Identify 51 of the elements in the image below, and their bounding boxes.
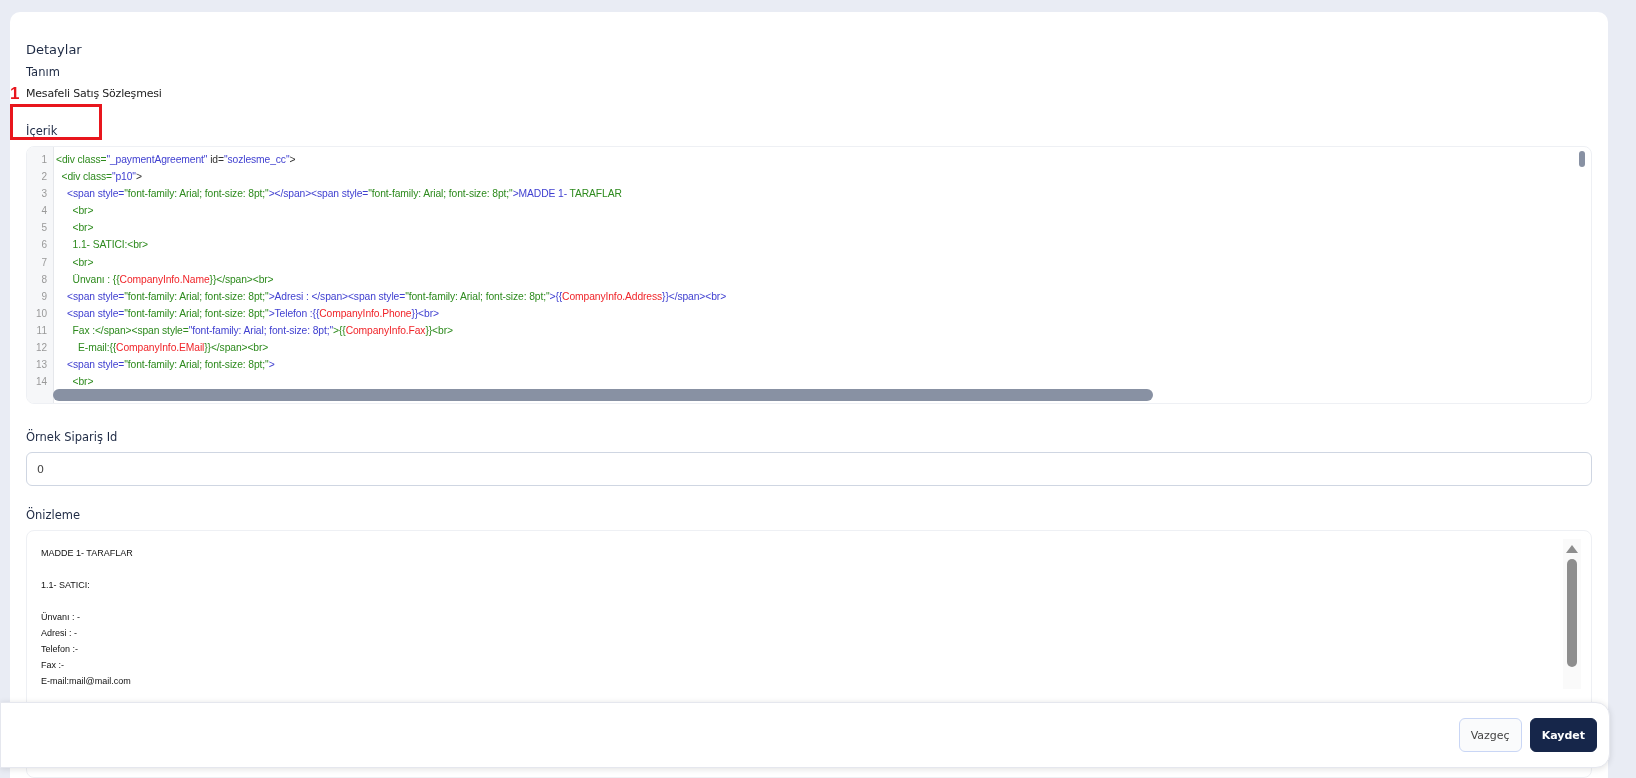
line-number: 1 [40,153,48,167]
line-number: 10 [34,306,48,321]
line-number: 8 [40,272,48,287]
preview-line: Ünvanı : - [41,611,80,624]
code-line: <br> [71,375,95,390]
code-line: <span style="font-family: Arial; font-size: 8pt;">Telefon :{{CompanyInfo.Phone}}<br> [66,306,440,321]
preview-line: MADDE 1- TARAFLAR [41,547,133,560]
line-number: 5 [40,221,48,236]
code-line: <span style="font-family: Arial; font-size: 8pt;"> [66,358,276,373]
preview-scrollbar[interactable] [1563,539,1581,689]
line-number: 4 [40,204,48,219]
preview-line: Fax :- [41,659,64,672]
code-line: <br> [71,255,95,270]
horizontal-scrollbar[interactable] [53,389,1153,401]
definition-value: Mesafeli Satış Sözleşmesi [26,87,163,100]
section-title: Detaylar [26,42,83,57]
code-line: <br> [71,204,95,219]
line-number: 6 [40,238,48,253]
line-number: 7 [40,255,48,270]
code-line: 1.1- SATICI:<br> [71,238,150,253]
code-line: E-mail:{{CompanyInfo.EMail}}</span><br> [77,341,270,356]
field-label: Örnek Sipariş Id [26,430,119,444]
scroll-up-icon[interactable] [1566,545,1578,553]
field-label: Tanım [26,65,61,79]
code-line: Fax :</span><span style="font-family: Arial; font-size: 8pt;">{{CompanyInfo.Fax}}<br> [71,323,454,338]
code-line: <br> [71,221,95,236]
line-number: 2 [40,170,48,185]
save-button[interactable]: Kaydet [1529,718,1597,752]
code-line: <span style="font-family: Arial; font-size: 8pt;"></span><span style="font-family: Arial; font-size: 8pt;">MADDE 1- TARAFLAR [66,187,623,202]
preview-line: Adresi : - [41,627,77,640]
preview-line: E-mail:mail@mail.com [41,675,131,688]
line-number: 11 [35,323,48,338]
code-line: Ünvanı : {{CompanyInfo.Name}}</span><br> [71,272,275,287]
line-number: 12 [34,341,48,356]
vertical-scrollbar[interactable] [1579,151,1585,167]
preview-line: Telefon :- [41,643,79,656]
cancel-button[interactable]: Vazgeç [1458,718,1522,752]
line-number: 13 [34,358,48,373]
code-editor[interactable] [26,146,1592,404]
line-number: 14 [34,375,48,390]
code-line: <div class="p10"> [60,170,143,185]
line-number: 9 [40,289,48,304]
code-line: <span style="font-family: Arial; font-size: 8pt;">Adresi : </span><span style="font-family: Arial; font-size: 8pt;">{{CompanyInfo.Address}}</span><br> [66,289,727,304]
annotation-number: 1 [10,84,20,104]
field-label: Önizleme [26,508,82,522]
order-id-field[interactable]: 0 [26,452,1592,486]
scroll-thumb[interactable] [1567,559,1577,667]
preview-line: 1.1- SATICI: [41,579,90,592]
line-number: 3 [40,187,48,202]
code-line: <div class="_paymentAgreement" id="sozlesme_cc"> [56,153,297,167]
field-label: İçerik [26,124,58,138]
